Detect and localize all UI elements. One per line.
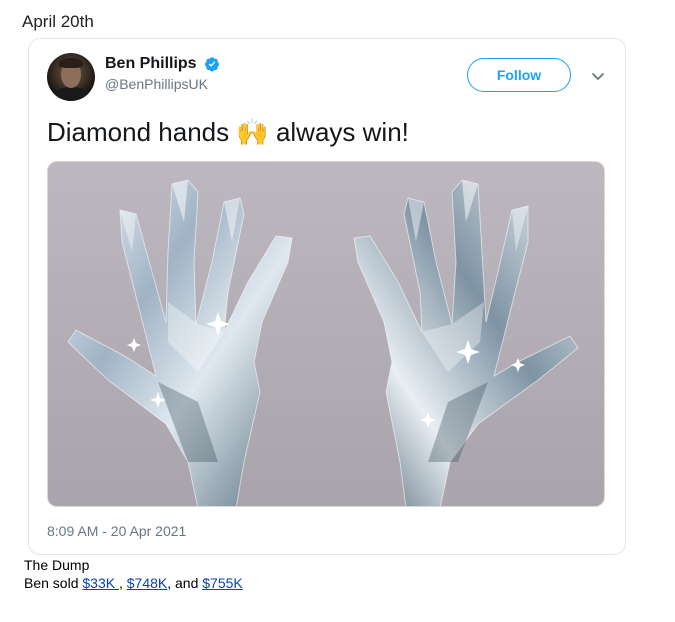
diamond-hands-illustration [48,162,604,506]
summary-line: Ben sold $33K , $748K, and $755K [24,574,243,592]
page: April 20th Ben Phillips @BenPhillipsUK F… [0,0,675,622]
tweet-text: Diamond hands 🙌 always win! [47,117,409,148]
summary-separator-and: , and [167,575,203,591]
tweet-timestamp[interactable]: 8:09 AM - 20 Apr 2021 [47,523,186,539]
sale-link-755k[interactable]: $755K [202,575,242,591]
raising-hands-icon: 🙌 [236,117,269,147]
sales-summary: The Dump Ben sold $33K , $748K, and $755… [24,556,243,592]
avatar-hair [59,58,83,68]
summary-prefix: Ben sold [24,575,83,591]
avatar[interactable] [47,53,95,101]
author-block: Ben Phillips @BenPhillipsUK [105,55,220,92]
tweet-text-end: always win! [268,117,409,147]
author-handle[interactable]: @BenPhillipsUK [105,76,220,92]
tweet-text-start: Diamond hands [47,117,237,147]
sale-link-748k[interactable]: $748K [127,575,167,591]
tweet-media-image[interactable] [47,161,605,507]
sale-link-33k[interactable]: $33K [82,575,119,591]
avatar-shoulders [51,87,91,101]
summary-separator: , [118,575,127,591]
summary-title: The Dump [24,557,90,573]
chevron-down-icon[interactable] [589,67,607,85]
verified-badge-icon [204,56,220,72]
follow-button[interactable]: Follow [467,58,571,92]
date-heading: April 20th [22,12,94,31]
embedded-tweet: Ben Phillips @BenPhillipsUK Follow Diamo… [28,38,626,555]
author-display-name[interactable]: Ben Phillips [105,55,197,73]
